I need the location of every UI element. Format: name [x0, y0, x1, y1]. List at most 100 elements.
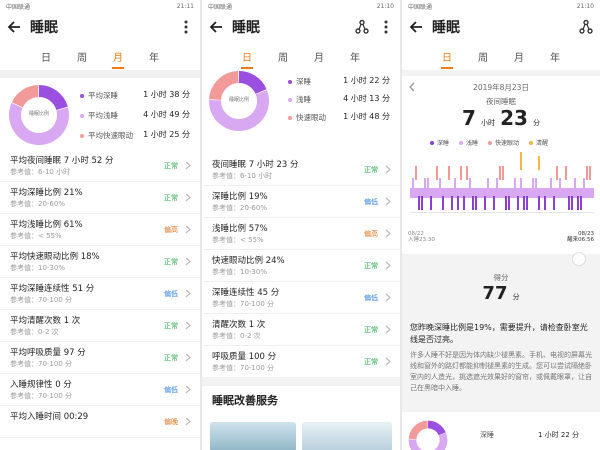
panel-daily: 中国联通 21:10 睡眠 日 周 月 年 睡眠比例 深睡 1 小时 22 分浅睡 4… [202, 0, 400, 450]
metric-row[interactable]: 平均深睡连续性 51 分 参考值：70-100 分 偏低 [0, 278, 200, 310]
chevron-right-icon [185, 257, 191, 266]
deep-sleep-bar [538, 196, 540, 210]
back-arrow-icon[interactable] [6, 19, 22, 35]
metric-reference: 参考值：70-100 分 [212, 300, 275, 308]
panel-monthly: 中国联通 21:11 睡眠 日 周 月 年 睡眠比例 平均深睡 1 小时 38 分平… [0, 0, 200, 450]
metric-row[interactable]: 平均呼吸质量 97 分 参考值：70-100 分 正常 [0, 342, 200, 374]
deep-sleep-bar [577, 196, 579, 210]
more-icon[interactable] [178, 19, 194, 35]
light-sleep-bar [574, 178, 576, 188]
legend-dot-icon [80, 93, 84, 98]
metric-row[interactable]: 平均入睡时间 00:29 偏晚 [0, 406, 200, 438]
rem-sleep-bar [586, 166, 588, 180]
metric-row[interactable]: 浅睡比例 57% 参考值：< 55% 偏高 [202, 218, 400, 250]
tab-day[interactable]: 日 [438, 47, 456, 69]
metric-reference: 参考值：10-30% [10, 264, 65, 272]
carrier: 中国联通 [6, 3, 31, 11]
chevron-right-icon [385, 197, 391, 206]
metric-row[interactable]: 平均快速眼动比例 18% 参考值：10-30% 正常 [0, 246, 200, 278]
legend-dot-icon [288, 79, 292, 84]
tab-week[interactable]: 周 [474, 47, 492, 66]
metric-row[interactable]: 平均清醒次数 1 次 参考值：0-2 次 正常 [0, 310, 200, 342]
title-bar: 睡眠 [202, 12, 400, 42]
chevron-right-icon [185, 417, 191, 426]
back-arrow-icon[interactable] [208, 19, 224, 35]
deep-sleep-bar [508, 196, 510, 210]
page-title: 睡眠 [432, 20, 460, 36]
tab-month[interactable]: 月 [310, 47, 328, 66]
tab-week[interactable]: 周 [73, 47, 91, 66]
metric-reference: 参考值：0-2 次 [10, 328, 59, 336]
metric-row[interactable]: 夜间睡眠 7 小时 23 分 参考值：6-10 小时 正常 [202, 154, 400, 186]
metric-label: 平均深睡连续性 51 分 [10, 284, 95, 294]
metric-label: 快速眼动比例 24% [212, 256, 285, 266]
legend-dot-icon [288, 97, 292, 102]
clock: 21:11 [176, 2, 194, 10]
legend-dot-icon [80, 133, 84, 138]
sleep-end: 08/23 醒来06:56 [567, 231, 594, 243]
service-card-image[interactable] [210, 422, 296, 450]
deep-sleep-bar [553, 196, 555, 210]
share-icon[interactable] [354, 19, 370, 35]
carrier: 中国联通 [208, 3, 233, 11]
rem-sleep-bar [436, 166, 438, 180]
metric-status: 正常 [364, 326, 378, 334]
chevron-right-icon [385, 293, 391, 302]
metric-row[interactable]: 快速眼动比例 24% 参考值：10-30% 正常 [202, 250, 400, 282]
tab-year[interactable]: 年 [546, 47, 564, 66]
donut-deep-segment [238, 71, 267, 95]
metric-reference: 参考值：70-100 分 [10, 392, 73, 400]
timeline-scrubber-handle[interactable] [572, 252, 586, 266]
mini-value: 1 小时 22 分 [538, 431, 580, 439]
legend-dot-icon [529, 140, 534, 145]
metric-row[interactable]: 入睡规律性 0 分 参考值：70-100 分 偏低 [0, 374, 200, 406]
tab-year[interactable]: 年 [346, 47, 364, 66]
metric-row[interactable]: 清醒次数 1 次 参考值：0-2 次 正常 [202, 314, 400, 346]
deep-sleep-bar [568, 196, 570, 210]
light-sleep-bar [469, 178, 471, 188]
tab-day[interactable]: 日 [37, 47, 55, 66]
rem-sleep-bar [502, 166, 504, 180]
tab-month[interactable]: 月 [109, 47, 127, 69]
more-icon[interactable] [378, 19, 394, 35]
light-sleep-bar [559, 178, 561, 188]
metric-list: 平均夜间睡眠 7 小时 52 分 参考值：6-10 小时 正常 平均深睡比例 2… [0, 150, 200, 438]
legend-label: 快速眼动 [296, 113, 326, 122]
metric-row[interactable]: 平均夜间睡眠 7 小时 52 分 参考值：6-10 小时 正常 [0, 150, 200, 182]
night-card: 2019年8月23日 夜间睡眠 7 小时 23 分 深睡 浅睡 快速眼动 清醒 08/… [402, 76, 600, 254]
duration-minutes: 23 [500, 106, 528, 130]
chevron-right-icon [385, 165, 391, 174]
carrier: 中国联通 [408, 3, 433, 11]
legend-item: 平均浅睡 [80, 110, 118, 121]
legend-value: 1 小时 48 分 [343, 112, 390, 121]
metric-row[interactable]: 平均浅睡比例 61% 参考值：< 55% 偏高 [0, 214, 200, 246]
tab-month[interactable]: 月 [510, 47, 528, 66]
rem-sleep-bar [565, 166, 567, 180]
metric-row[interactable]: 平均深睡比例 21% 参考值：20-60% 正常 [0, 182, 200, 214]
metric-label: 夜间睡眠 7 小时 23 分 [212, 160, 299, 170]
metric-row[interactable]: 深睡比例 19% 参考值：20-60% 偏低 [202, 186, 400, 218]
back-arrow-icon[interactable] [408, 19, 424, 35]
metric-status: 正常 [164, 194, 178, 202]
metric-row[interactable]: 深睡连续性 45 分 参考值：70-100 分 偏低 [202, 282, 400, 314]
share-icon[interactable] [578, 19, 594, 35]
service-card-image[interactable] [302, 422, 392, 450]
awake-bar [520, 152, 522, 170]
timeline-axis [410, 212, 594, 213]
metric-status: 正常 [164, 354, 178, 362]
donut-rem-segment [11, 85, 39, 108]
stage-legend-item: 深睡 [430, 138, 449, 147]
tab-day[interactable]: 日 [238, 47, 256, 69]
rem-sleep-bar [589, 166, 591, 180]
legend-value: 1 小时 25 分 [143, 130, 190, 139]
metric-reference: 参考值：20-60% [212, 204, 267, 212]
legend-label: 深睡 [296, 77, 311, 86]
deep-sleep-bar [421, 196, 423, 210]
legend-label: 浅睡 [296, 95, 311, 104]
metric-row[interactable]: 呼吸质量 100 分 参考值：70-100 分 正常 [202, 346, 400, 378]
legend-label: 平均快速眼动 [88, 131, 133, 140]
tab-year[interactable]: 年 [145, 47, 163, 66]
tab-week[interactable]: 周 [274, 47, 292, 66]
status-bar: 中国联通 21:10 [402, 0, 600, 12]
sleep-donut-chart [408, 420, 448, 450]
